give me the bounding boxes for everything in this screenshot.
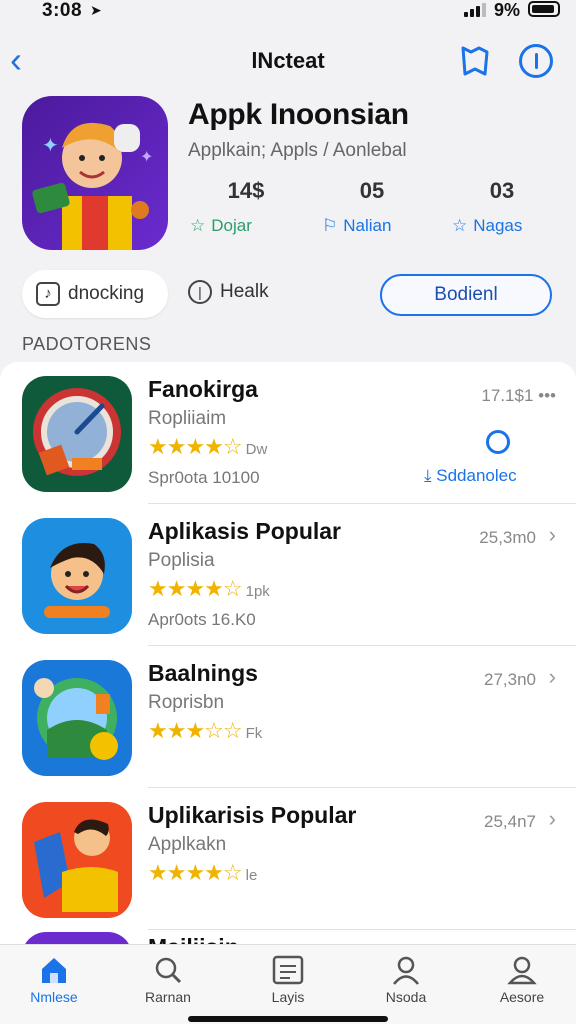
tab-list[interactable]: Layis (238, 955, 338, 1005)
person-icon (393, 956, 419, 985)
stat-label-2: Nalian (343, 216, 392, 235)
stat-label-3: Nagas (473, 216, 523, 235)
app-icon (22, 802, 132, 918)
chevron-right-icon[interactable]: › (549, 522, 556, 548)
app-name: Uplikarisis Popular (148, 802, 357, 828)
app-name: Mailiisin (148, 934, 239, 944)
bookmark-icon[interactable] (458, 44, 492, 78)
home-icon (42, 958, 66, 983)
stat-value-2: 05 (359, 178, 385, 203)
location-icon: ➤ (90, 2, 102, 18)
app-icon (22, 660, 132, 776)
app-icon (22, 376, 132, 492)
tab-bar: Nmlese Rarnan Layis Nsoda Aesore (0, 944, 576, 1024)
tab-list-label: Layis (271, 989, 305, 1005)
stat-link-3[interactable]: ☆ Nagas (452, 216, 522, 236)
app-meta: Spr0ota 10100 (148, 468, 260, 487)
chevron-right-icon[interactable]: › (549, 664, 556, 690)
clock-icon: | (188, 280, 212, 304)
app-size: 27,3n0 (484, 670, 536, 689)
stat-value-3: 03 (489, 178, 515, 203)
download-cloud-icon[interactable] (486, 430, 510, 454)
app-category: Applkakn (148, 834, 227, 855)
status-bar: 3:08 ➤ 9% (0, 0, 576, 24)
account-icon (507, 956, 537, 985)
app-subtitle: Applkain; Appls / Aonlebal (188, 140, 407, 161)
tab-search[interactable]: Rarnan (118, 955, 218, 1005)
download-action[interactable]: ⤓ Sddanolec (424, 466, 517, 486)
stat-label-1: Dojar (211, 216, 252, 235)
app-name: Aplikasis Popular (148, 518, 342, 544)
search-icon (155, 957, 182, 984)
chevron-right-icon[interactable]: › (549, 806, 556, 832)
app-store-screen: 3:08 ➤ 9% ‹ lNcteat ✦ ✦ Appk Inoonsian A… (0, 0, 576, 1024)
list-item[interactable]: Baalnings Roprisbn ★★★☆☆ Fk 27,3n0 › (0, 646, 576, 788)
app-icon-hero: ✦ ✦ (22, 96, 168, 250)
list-item[interactable]: Aplikasis Popular Poplisia ★★★★☆ 1pk Apr0… (0, 504, 576, 646)
tab-account-label: Aesore (499, 989, 545, 1005)
app-category: Poplisia (148, 550, 215, 571)
signal-icon (464, 3, 486, 17)
app-category: Ropliiaim (148, 408, 227, 429)
rating-stars: ★★★☆☆ Fk (148, 718, 263, 743)
stat-link-1[interactable]: ☆ Dojar (190, 216, 252, 236)
app-icon (22, 518, 132, 634)
battery-icon (528, 1, 560, 17)
app-name: Baalnings (148, 660, 258, 686)
stat-value-1: 14$ (227, 178, 265, 203)
tab-home-label: Nmlese (30, 989, 78, 1005)
download-arrow-icon: ⤓ (424, 466, 437, 485)
rating-stars: ★★★★☆ Dw (148, 434, 268, 459)
tab-active[interactable]: ♪ dnocking (22, 270, 168, 318)
svg-text:✦: ✦ (140, 149, 153, 166)
app-name: Fanokirga (148, 376, 258, 402)
app-size: 25,4n7 (484, 812, 536, 831)
nav-bar: ‹ lNcteat (0, 36, 576, 84)
section-title: PADOTORENS (22, 334, 152, 354)
app-icon (22, 932, 132, 944)
info-icon[interactable] (519, 44, 553, 78)
tab-secondary-label: Healk (220, 281, 269, 302)
rating-stars: ★★★★☆ le (148, 860, 258, 885)
primary-action-button[interactable]: Bodienl (380, 274, 552, 316)
bookmark-small-icon: ⚐ (322, 216, 338, 235)
app-category: Roprisbn (148, 692, 225, 713)
battery-percent: 9% (494, 0, 521, 20)
list-item[interactable]: Uplikarisis Popular Applkakn ★★★★☆ le 25,… (0, 788, 576, 930)
list-item[interactable]: Mailiisin (0, 930, 576, 944)
stat-link-2[interactable]: ⚐ Nalian (322, 216, 391, 236)
list-item[interactable]: Fanokirga Ropliiaim ★★★★☆ Dw Spr0ota 1010… (0, 362, 576, 504)
tab-secondary[interactable]: | Healk (188, 280, 269, 304)
rating-stars: ★★★★☆ 1pk (148, 576, 270, 601)
tab-search-label: Rarnan (145, 989, 191, 1005)
star-small-icon: ☆ (452, 216, 468, 235)
app-title: Appk Inoonsian (188, 98, 409, 131)
tab-profile[interactable]: Nsoda (356, 955, 456, 1005)
list-icon (272, 955, 304, 985)
music-note-icon: ♪ (36, 282, 60, 306)
home-indicator (188, 1016, 388, 1022)
app-size: 25,3m0 (479, 528, 536, 547)
tab-home[interactable]: Nmlese (4, 955, 104, 1005)
status-time: 3:08 (42, 0, 83, 21)
tab-active-label: dnocking (68, 283, 145, 304)
svg-text:✦: ✦ (42, 135, 59, 157)
app-size: 17.1$1 ••• (481, 386, 556, 405)
tab-profile-label: Nsoda (385, 989, 427, 1005)
app-list: Fanokirga Ropliiaim ★★★★☆ Dw Spr0ota 1010… (0, 362, 576, 944)
tab-account[interactable]: Aesore (472, 955, 572, 1005)
star-outline-icon: ☆ (190, 216, 206, 235)
app-meta: Apr0ots 16.K0 (148, 610, 256, 629)
